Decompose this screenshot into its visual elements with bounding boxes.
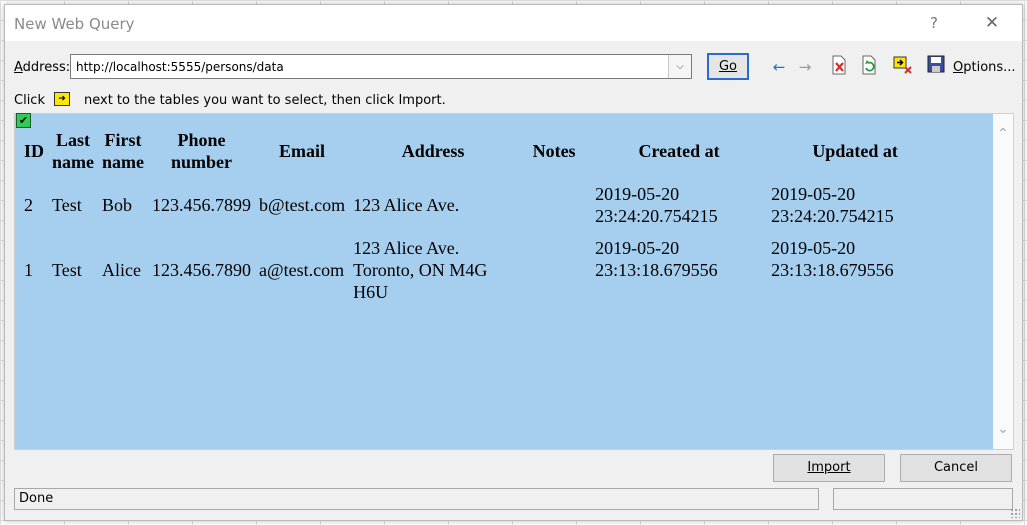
- cell-phone: 123.456.7890: [152, 260, 252, 280]
- cell-created-at: 2019-05-20 23:24:20.754215: [595, 184, 718, 226]
- options-accesskey: O: [953, 60, 964, 75]
- address-label-text: ddress:: [22, 60, 71, 75]
- table-row: 1 Test Alice 123.456.7890 a@test.com 123…: [21, 236, 942, 304]
- toolbar: Address: ⌵ Go ← →: [5, 41, 1022, 93]
- title-bar: New Web Query ? ✕: [5, 5, 1022, 41]
- chevron-down-icon[interactable]: ⌵: [668, 55, 691, 78]
- address-label: Address:: [14, 60, 70, 75]
- stop-icon[interactable]: [827, 55, 851, 79]
- go-button[interactable]: Go: [707, 53, 749, 80]
- instruction-row: Click ➜ next to the tables you want to s…: [14, 92, 1022, 113]
- scroll-up-icon[interactable]: ⌃: [993, 124, 1013, 144]
- cell-first-name: Alice: [102, 260, 141, 280]
- cell-notes: [518, 176, 590, 234]
- refresh-icon[interactable]: [857, 55, 881, 79]
- status-bar-secondary: [833, 488, 1013, 510]
- cell-address: 123 Alice Ave. Toronto, ON M4G H6U: [353, 238, 488, 302]
- scroll-down-icon[interactable]: ⌄: [993, 419, 1013, 439]
- cell-id: 2: [24, 195, 33, 215]
- hide-icons-icon[interactable]: [891, 55, 915, 79]
- vertical-scrollbar[interactable]: ⌃ ⌄: [993, 114, 1013, 449]
- import-button[interactable]: Import: [773, 454, 885, 482]
- table-header-row: ID Last name First name Phone number Email …: [21, 128, 942, 174]
- address-combobox[interactable]: ⌵: [70, 54, 692, 79]
- help-icon[interactable]: ?: [917, 10, 951, 36]
- column-header-last-name: Last name: [52, 130, 95, 172]
- cancel-button[interactable]: Cancel: [900, 454, 1012, 482]
- cell-id: 1: [24, 260, 33, 280]
- instruction-click-text: Click: [14, 93, 45, 108]
- column-header-notes: Notes: [532, 141, 576, 161]
- cell-updated-at: 2019-05-20 23:24:20.754215: [771, 184, 894, 226]
- cell-phone: 123.456.7899: [152, 195, 252, 215]
- page-content: ID Last name First name Phone number Email …: [15, 114, 993, 449]
- resize-grip[interactable]: [1010, 508, 1020, 518]
- cell-address: 123 Alice Ave.: [353, 195, 460, 215]
- back-arrow-icon[interactable]: ←: [767, 55, 791, 79]
- dialog-title: New Web Query: [14, 15, 135, 33]
- column-header-created-at: Created at: [638, 141, 720, 161]
- address-label-accesskey: A: [14, 60, 23, 75]
- options-button[interactable]: Options...: [953, 60, 1016, 75]
- cell-notes: [518, 236, 590, 304]
- column-header-email: Email: [279, 141, 326, 161]
- forward-arrow-icon[interactable]: →: [793, 55, 817, 79]
- cell-last-name: Test: [52, 195, 82, 215]
- checkmark-icon[interactable]: ✔: [16, 113, 31, 128]
- cell-email: a@test.com: [259, 260, 345, 280]
- persons-table: ID Last name First name Phone number Email …: [19, 126, 944, 306]
- cell-created-at: 2019-05-20 23:13:18.679556: [595, 238, 718, 280]
- address-input[interactable]: [71, 55, 667, 78]
- new-web-query-dialog: New Web Query ? ✕ Address: ⌵ Go ← →: [4, 4, 1023, 521]
- options-label: ptions...: [963, 60, 1016, 75]
- cell-last-name: Test: [52, 260, 82, 280]
- status-bar: Done: [14, 488, 819, 510]
- column-header-updated-at: Updated at: [812, 141, 898, 161]
- cell-first-name: Bob: [102, 195, 133, 215]
- cell-email: b@test.com: [259, 195, 346, 215]
- table-row: 2 Test Bob 123.456.7899 b@test.com 123 A…: [21, 176, 942, 234]
- save-query-icon[interactable]: [924, 55, 948, 79]
- column-header-phone-number: Phone number: [171, 130, 233, 172]
- web-page-preview: ID Last name First name Phone number Email …: [14, 113, 1014, 450]
- column-header-first-name: First name: [102, 130, 145, 172]
- cell-updated-at: 2019-05-20 23:13:18.679556: [771, 238, 894, 280]
- select-table-arrow-icon: ➜: [54, 92, 70, 106]
- instruction-text: next to the tables you want to select, t…: [84, 93, 446, 108]
- column-header-address: Address: [401, 141, 465, 161]
- close-icon[interactable]: ✕: [975, 10, 1009, 36]
- column-header-id: ID: [24, 141, 45, 161]
